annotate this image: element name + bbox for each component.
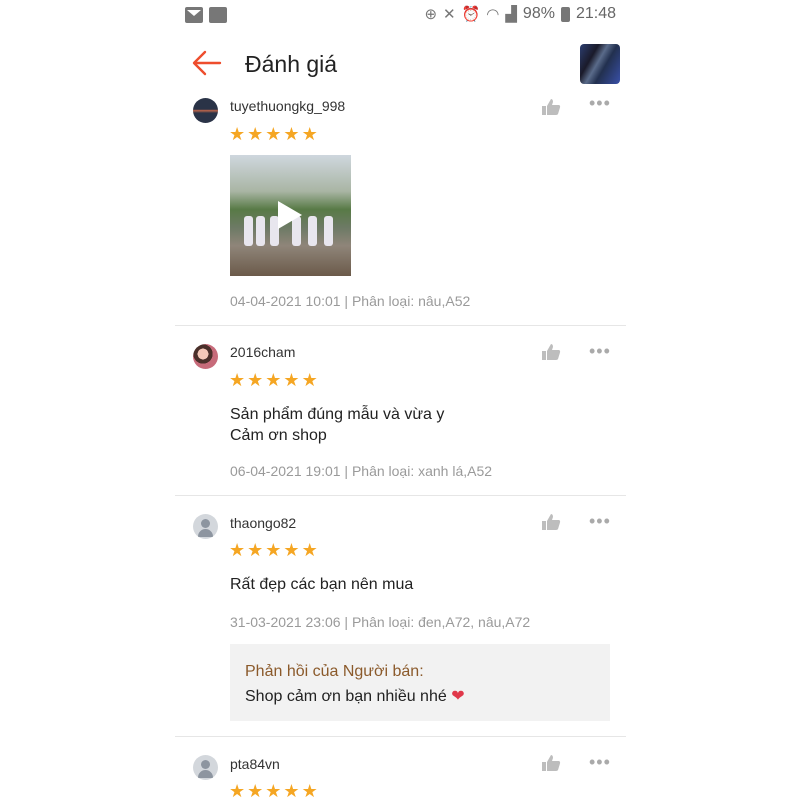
mute-icon: ✕ — [443, 6, 456, 23]
star-icon: ★ — [247, 124, 264, 144]
avatar[interactable] — [193, 755, 218, 780]
product-thumbnail[interactable] — [580, 44, 620, 84]
star-icon: ★ — [229, 540, 246, 560]
wifi-icon: ◠ — [486, 6, 500, 23]
battery-icon — [560, 6, 570, 22]
clock: 21:48 — [575, 5, 616, 22]
more-dots-icon[interactable]: ••• — [589, 512, 611, 530]
star-icon: ★ — [265, 370, 282, 390]
seller-reply-message: Shop cảm ơn bạn nhiều nhé — [245, 688, 447, 705]
star-icon: ★ — [247, 540, 264, 560]
data-saver-icon: ⊕ — [424, 6, 438, 23]
app-header: Đánh giá — [175, 36, 626, 92]
page-title: Đánh giá — [245, 51, 338, 77]
arrow-left-icon[interactable] — [192, 50, 222, 76]
review-username: tuyethuongkg_998 — [230, 98, 346, 114]
avatar[interactable] — [193, 98, 218, 123]
star-icon: ★ — [265, 781, 282, 800]
star-icon: ★ — [229, 124, 246, 144]
seller-reply-text: Shop cảm ơn bạn nhiều nhé ❤ — [245, 686, 465, 706]
more-dots-icon[interactable]: ••• — [589, 342, 611, 360]
thumbs-up-icon[interactable] — [541, 343, 561, 361]
star-icon: ★ — [283, 124, 300, 144]
mail-icon — [185, 7, 203, 23]
star-icon: ★ — [301, 370, 318, 390]
review-meta: 31-03-2021 23:06 | Phân loại: đen,A72, n… — [230, 614, 531, 630]
star-icon: ★ — [265, 124, 282, 144]
review-item: 2016cham ••• ★ ★ ★ ★ ★ Sản phẩm đúng mẫu và … — [175, 326, 626, 496]
review-username: 2016cham — [230, 344, 296, 360]
star-icon: ★ — [265, 540, 282, 560]
alarm-icon: ⏰ — [461, 6, 481, 23]
review-item: tuyethuongkg_998 ••• ★ ★ ★ ★ ★ 04-04-2021 10… — [175, 92, 626, 326]
thumbs-up-icon[interactable] — [541, 513, 561, 531]
star-icon: ★ — [283, 781, 300, 800]
star-icon: ★ — [283, 540, 300, 560]
more-dots-icon[interactable]: ••• — [589, 94, 611, 112]
star-icon: ★ — [301, 124, 318, 144]
review-video-thumbnail[interactable] — [230, 155, 351, 276]
comment-line: Rất đẹp các bạn nên mua — [230, 576, 414, 593]
star-icon: ★ — [301, 781, 318, 800]
phone-screen: ⊕ ✕ ⏰ ◠ ▟ 98% 21:48 Đánh giá tuyethuongk… — [175, 0, 626, 800]
avatar[interactable] — [193, 344, 218, 369]
comment-line: Sản phẩm đúng mẫu và vừa y — [230, 406, 445, 423]
star-icon: ★ — [301, 540, 318, 560]
review-meta: 04-04-2021 10:01 | Phân loại: nâu,A52 — [230, 293, 471, 309]
comment-line: Cảm ơn shop — [230, 427, 327, 444]
star-icon: ★ — [247, 370, 264, 390]
review-comment: Sản phẩm đúng mẫu và vừa y Cảm ơn shop — [230, 404, 444, 446]
play-icon[interactable] — [278, 201, 302, 229]
rating-stars: ★ ★ ★ ★ ★ — [229, 541, 318, 559]
seller-reply-label: Phản hồi của Người bán: — [245, 663, 424, 680]
review-username: pta84vn — [230, 756, 280, 772]
review-meta: 06-04-2021 19:01 | Phân loại: xanh lá,A5… — [230, 463, 493, 479]
avatar[interactable] — [193, 514, 218, 539]
heart-icon: ❤ — [451, 688, 465, 705]
more-dots-icon[interactable]: ••• — [589, 753, 611, 771]
rating-stars: ★ ★ ★ ★ ★ — [229, 782, 318, 800]
rating-stars: ★ ★ ★ ★ ★ — [229, 125, 318, 143]
star-icon: ★ — [283, 370, 300, 390]
rating-stars: ★ ★ ★ ★ ★ — [229, 371, 318, 389]
status-bar: ⊕ ✕ ⏰ ◠ ▟ 98% 21:48 — [175, 0, 626, 32]
review-username: thaongo82 — [230, 515, 297, 531]
signal-icon: ▟ — [505, 6, 517, 23]
star-icon: ★ — [229, 370, 246, 390]
thumbs-up-icon[interactable] — [541, 98, 561, 116]
star-icon: ★ — [229, 781, 246, 800]
review-item: pta84vn ••• ★ ★ ★ ★ ★ — [175, 737, 626, 800]
battery-percent: 98% — [522, 5, 555, 22]
seller-reply: Phản hồi của Người bán: Shop cảm ơn bạn … — [230, 644, 610, 721]
review-comment: Rất đẹp các bạn nên mua — [230, 574, 413, 595]
thumbs-up-icon[interactable] — [541, 754, 561, 772]
app-notification-icon — [209, 7, 227, 23]
star-icon: ★ — [247, 781, 264, 800]
